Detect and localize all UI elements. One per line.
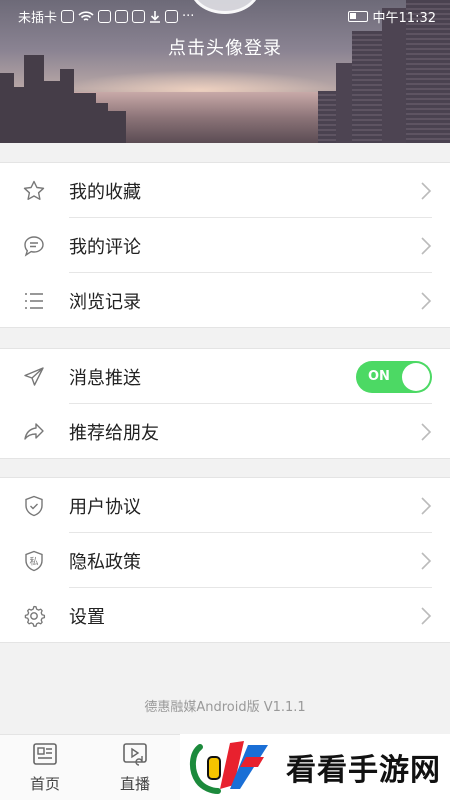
skyline-building <box>336 63 352 143</box>
app-notification-icon <box>165 9 179 23</box>
push-toggle[interactable]: ON <box>356 361 432 393</box>
chevron-right-icon <box>421 292 432 310</box>
toggle-state: ON <box>368 369 390 384</box>
menu-item-settings[interactable]: 设置 <box>0 588 450 643</box>
wifi-icon <box>78 10 94 21</box>
clock: 中午11:32 <box>372 10 436 26</box>
menu-item-push-notifications: 消息推送 ON <box>0 349 450 404</box>
watermark-text: 看看手游网 <box>286 753 441 788</box>
star-icon <box>23 180 45 200</box>
watermark-overlay: 看看手游网 <box>180 734 450 800</box>
app-notification-icon <box>115 9 129 23</box>
news-icon <box>33 743 57 765</box>
skyline-building <box>60 69 74 143</box>
skyline-building <box>96 103 108 143</box>
menu-item-label: 推荐给朋友 <box>69 422 159 444</box>
menu-item-history[interactable]: 浏览记录 <box>0 273 450 328</box>
menu-group-sharing: 消息推送 ON 推荐给朋友 <box>0 348 450 459</box>
watermark-logo <box>190 741 268 794</box>
skyline-building <box>318 91 336 143</box>
skyline-building <box>14 87 24 143</box>
profile-header: 点击头像登录 未插卡 ··· 中午11:32 <box>0 0 450 143</box>
menu-item-label: 隐私政策 <box>69 551 141 573</box>
chevron-right-icon <box>421 423 432 441</box>
login-prompt[interactable]: 点击头像登录 <box>0 34 450 60</box>
battery-icon <box>347 10 368 22</box>
app-notification-icon <box>98 9 112 23</box>
menu-item-comments[interactable]: 我的评论 <box>0 218 450 273</box>
tab-label: 直播 <box>119 775 150 793</box>
list-icon <box>25 293 43 309</box>
gear-icon <box>24 605 46 627</box>
menu-item-label: 用户协议 <box>69 496 141 518</box>
skyline-building <box>24 55 44 143</box>
download-icon <box>150 10 161 23</box>
share-icon <box>24 423 44 440</box>
tab-home[interactable]: 首页 <box>0 741 90 794</box>
skyline-building <box>108 111 126 143</box>
chevron-right-icon <box>421 552 432 570</box>
send-icon <box>24 367 44 386</box>
skyline-building <box>44 81 60 143</box>
menu-item-label: 浏览记录 <box>69 291 141 313</box>
shield-check-icon <box>25 495 43 517</box>
chevron-right-icon <box>421 237 432 255</box>
toggle-knob <box>402 363 430 391</box>
menu-item-recommend[interactable]: 推荐给朋友 <box>0 404 450 459</box>
menu-item-privacy-policy[interactable]: 私 隐私政策 <box>0 533 450 588</box>
menu-item-user-agreement[interactable]: 用户协议 <box>0 478 450 533</box>
menu-group-settings: 用户协议 私 隐私政策 设置 <box>0 477 450 643</box>
menu-item-label: 我的收藏 <box>69 181 141 203</box>
tab-live[interactable]: 直播 <box>90 741 180 794</box>
play-notification-icon <box>132 9 146 23</box>
chevron-right-icon <box>421 182 432 200</box>
carrier-text: 未插卡 <box>18 10 58 26</box>
chevron-right-icon <box>421 497 432 515</box>
skyline-building <box>74 93 96 143</box>
status-bar: 未插卡 ··· 中午11:32 <box>0 0 450 32</box>
tab-label: 首页 <box>29 775 60 793</box>
menu-item-label: 消息推送 <box>69 367 141 389</box>
video-icon <box>123 743 147 766</box>
menu-item-label: 设置 <box>69 606 105 628</box>
menu-item-label: 我的评论 <box>69 236 141 258</box>
skyline-building <box>0 73 14 143</box>
sim-icon <box>61 9 75 23</box>
app-version: 德惠融媒Android版 V1.1.1 <box>144 700 306 715</box>
chevron-right-icon <box>421 607 432 625</box>
more-notifications: ··· <box>182 8 195 24</box>
menu-group-personal: 我的收藏 我的评论 浏览记录 <box>0 162 450 328</box>
comment-icon <box>24 236 44 257</box>
privacy-icon-glyph: 私 <box>29 557 38 568</box>
privacy-shield-icon: 私 <box>25 550 43 572</box>
menu-item-favorites[interactable]: 我的收藏 <box>0 163 450 218</box>
